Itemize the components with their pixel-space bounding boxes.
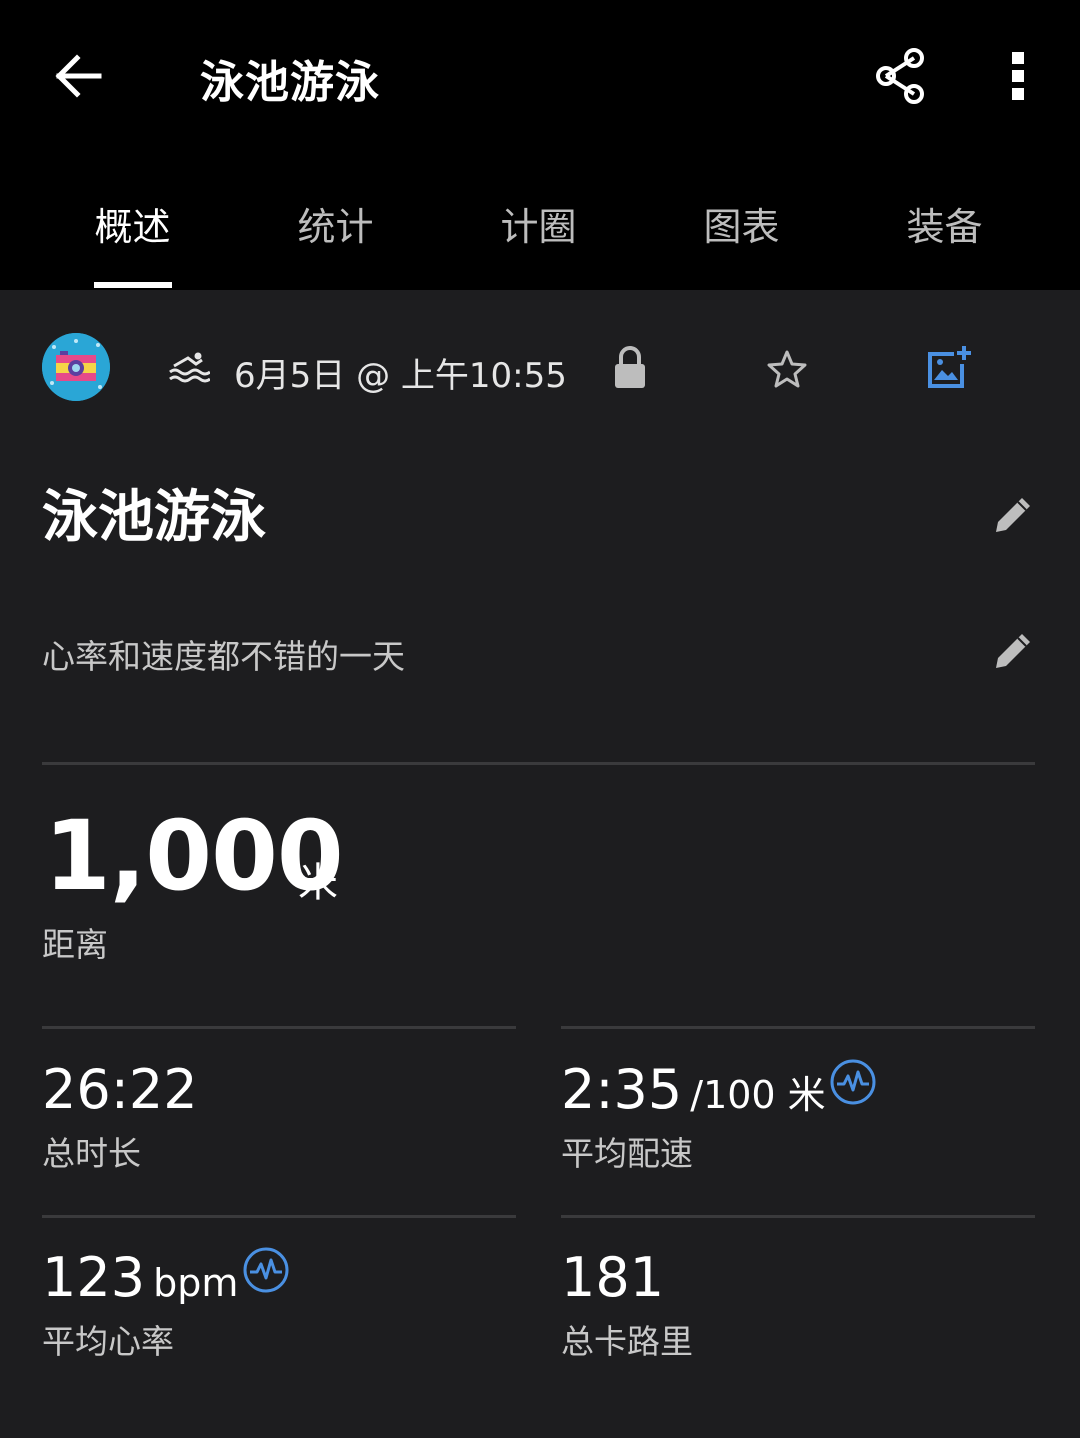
- activity-description: 心率和速度都不错的一天: [42, 637, 405, 676]
- swim-icon: [169, 352, 210, 383]
- duration-value: 26:22: [42, 1058, 198, 1121]
- stat-divider: [561, 1026, 1035, 1029]
- stat-pace: 2:35/100 米 平均配速: [561, 1058, 826, 1175]
- share-icon: [876, 48, 924, 104]
- more-vertical-icon: [1012, 52, 1024, 100]
- stat-heart-rate: 123 bpm 平均心率: [42, 1246, 238, 1363]
- tab-gear[interactable]: 装备: [843, 168, 1046, 290]
- avatar[interactable]: [42, 333, 110, 401]
- heart-rate-label: 平均心率: [42, 1322, 174, 1361]
- pace-activity-badge-icon[interactable]: [829, 1058, 877, 1106]
- activity-datetime: 6月5日 @ 上午10:55: [234, 356, 567, 396]
- stat-divider: [42, 1215, 516, 1218]
- page-title: 泳池游泳: [200, 57, 380, 108]
- tab-stats[interactable]: 统计: [234, 168, 437, 290]
- share-button[interactable]: [868, 44, 932, 108]
- stat-duration: 26:22 总时长: [42, 1058, 198, 1175]
- lock-icon[interactable]: [612, 344, 648, 390]
- section-divider: [42, 762, 1035, 765]
- top-app-bar: 泳池游泳 概述 统计 计圈 图表 装备: [0, 0, 1080, 290]
- heart-rate-unit: bpm: [153, 1261, 239, 1305]
- add-photo-icon[interactable]: [924, 344, 972, 392]
- pace-value: 2:35: [561, 1058, 683, 1121]
- heart-rate-value: 123: [42, 1246, 146, 1309]
- distance-unit: 米: [298, 860, 338, 906]
- back-button[interactable]: [48, 48, 108, 104]
- tab-charts[interactable]: 图表: [640, 168, 843, 290]
- pace-unit: /100 米: [690, 1073, 826, 1117]
- camera-badge-icon: [42, 333, 110, 401]
- duration-label: 总时长: [42, 1134, 141, 1173]
- distance-label: 距离: [42, 925, 108, 964]
- activity-name: 泳池游泳: [42, 485, 266, 550]
- edit-name-pencil-icon[interactable]: [988, 490, 1038, 540]
- tab-laps[interactable]: 计圈: [437, 168, 640, 290]
- stat-divider: [42, 1026, 516, 1029]
- calories-label: 总卡路里: [561, 1322, 693, 1361]
- more-options-button[interactable]: [992, 44, 1044, 108]
- edit-description-pencil-icon[interactable]: [988, 626, 1038, 676]
- activity-meta-row: 6月5日 @ 上午10:55: [0, 330, 1080, 410]
- pace-label: 平均配速: [561, 1134, 693, 1173]
- active-tab-indicator: [94, 282, 172, 288]
- tab-overview[interactable]: 概述: [31, 168, 234, 290]
- heart-rate-badge-icon[interactable]: [242, 1246, 290, 1294]
- arrow-left-icon: [55, 54, 102, 98]
- star-icon[interactable]: [766, 348, 808, 390]
- stat-divider: [561, 1215, 1035, 1218]
- calories-value: 181: [561, 1246, 665, 1309]
- tab-bar: 概述 统计 计圈 图表 装备: [0, 168, 1080, 290]
- stat-calories: 181 总卡路里: [561, 1246, 693, 1363]
